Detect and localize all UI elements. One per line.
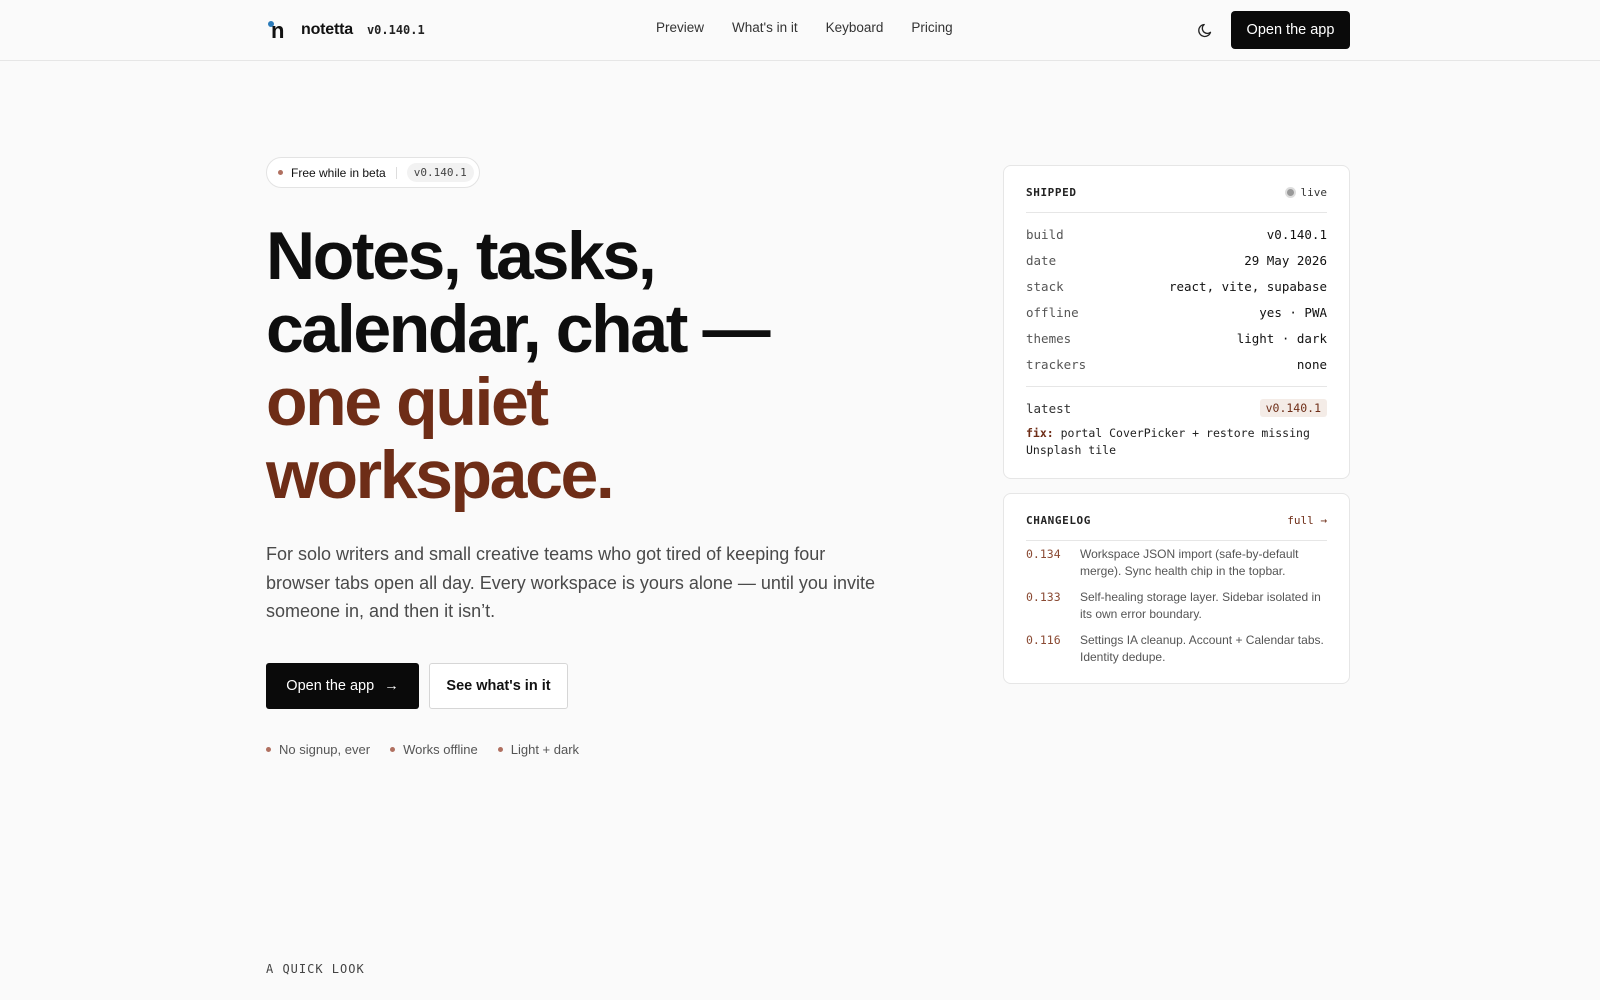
perk-item: Light + dark bbox=[497, 742, 580, 757]
see-whats-in-it-button[interactable]: See what's in it bbox=[429, 663, 568, 709]
latest-fix-note: fix: portal CoverPicker + restore missin… bbox=[1026, 425, 1333, 459]
info-value: v0.140.1 bbox=[1266, 227, 1327, 242]
logo-letter: n bbox=[271, 18, 285, 43]
info-key: stack bbox=[1026, 279, 1064, 294]
info-row: stack react, vite, supabase bbox=[1026, 279, 1327, 294]
info-row: trackers none bbox=[1026, 357, 1327, 372]
live-status-label: live bbox=[1300, 186, 1328, 199]
changelog-text: Workspace JSON import (safe-by-default m… bbox=[1080, 547, 1299, 578]
perk-item: Works offline bbox=[390, 742, 478, 757]
brand[interactable]: n notetta v0.140.1 bbox=[266, 16, 425, 44]
live-dot-icon bbox=[1284, 187, 1296, 198]
nav-whats-in-it[interactable]: What's in it bbox=[732, 20, 798, 35]
info-row: build v0.140.1 bbox=[1026, 227, 1327, 242]
perk-label: Works offline bbox=[403, 742, 478, 757]
changelog-entry: 0.133 Self-healing storage layer. Sideba… bbox=[1026, 589, 1333, 623]
info-value: 29 May 2026 bbox=[1244, 253, 1327, 268]
open-app-button[interactable]: Open the app → bbox=[266, 663, 419, 709]
info-row: themes light · dark bbox=[1026, 331, 1327, 346]
fix-text: portal CoverPicker + restore missing Uns… bbox=[1026, 426, 1310, 457]
headline-line-2: calendar, chat — bbox=[266, 291, 770, 367]
beta-pill-version: v0.140.1 bbox=[406, 163, 474, 182]
quick-look-label: A QUICK LOOK bbox=[266, 962, 365, 976]
top-nav-bar: n notetta v0.140.1 Preview What's in it … bbox=[0, 0, 1600, 61]
changelog-version: 0.134 bbox=[1026, 547, 1061, 561]
main-nav: Preview What's in it Keyboard Pricing bbox=[656, 20, 953, 35]
changelog-card-header: CHANGELOG full → bbox=[1026, 514, 1327, 527]
live-status: live bbox=[1284, 186, 1328, 199]
perk-item: No signup, ever bbox=[266, 742, 370, 757]
perk-label: No signup, ever bbox=[279, 742, 371, 757]
notetta-logo-icon: n bbox=[266, 17, 288, 43]
shipped-card-title: SHIPPED bbox=[1026, 186, 1077, 199]
arrow-right-icon: → bbox=[384, 678, 399, 694]
changelog-text: Settings IA cleanup. Account + Calendar … bbox=[1080, 633, 1324, 664]
info-key: date bbox=[1026, 253, 1057, 268]
shipped-card: SHIPPED live build v0.140.1 date 29 May … bbox=[1003, 165, 1350, 479]
shipped-card-header: SHIPPED live bbox=[1026, 186, 1327, 199]
hero-subheading: For solo writers and small creative team… bbox=[266, 544, 875, 621]
info-value: none bbox=[1296, 357, 1327, 372]
bullet-icon bbox=[266, 747, 271, 752]
bullet-icon bbox=[278, 170, 283, 175]
nav-pricing[interactable]: Pricing bbox=[911, 20, 952, 35]
open-app-button-header[interactable]: Open the app bbox=[1231, 11, 1350, 49]
divider bbox=[1026, 540, 1327, 541]
hero-headline: Notes, tasks, calendar, chat — one quiet… bbox=[266, 220, 886, 512]
quick-look-heading-cutoff bbox=[266, 988, 1166, 1000]
quick-look-heading bbox=[266, 988, 1166, 1000]
info-key: build bbox=[1026, 227, 1064, 242]
perk-label: Light + dark bbox=[510, 742, 580, 757]
divider bbox=[1026, 386, 1327, 387]
latest-row: latest v0.140.1 bbox=[1026, 399, 1327, 417]
brand-version: v0.140.1 bbox=[366, 23, 425, 37]
divider bbox=[1026, 212, 1327, 213]
changelog-version: 0.116 bbox=[1026, 633, 1061, 647]
changelog-entry: 0.116 Settings IA cleanup. Account + Cal… bbox=[1026, 632, 1333, 666]
beta-pill: Free while in beta v0.140.1 bbox=[266, 157, 480, 188]
bullet-icon bbox=[390, 747, 396, 752]
perks-list: No signup, ever Works offline Light + da… bbox=[266, 742, 579, 757]
info-value: yes · PWA bbox=[1259, 305, 1327, 320]
beta-pill-label: Free while in beta bbox=[291, 165, 386, 180]
open-app-button-label: Open the app bbox=[286, 678, 375, 694]
nav-preview[interactable]: Preview bbox=[656, 20, 704, 35]
info-value: react, vite, supabase bbox=[1168, 279, 1327, 294]
changelog-text: Self-healing storage layer. Sidebar isol… bbox=[1080, 590, 1321, 621]
headline-accent-2: workspace. bbox=[266, 437, 615, 513]
latest-version-badge: v0.140.1 bbox=[1259, 399, 1327, 417]
brand-name: notetta bbox=[301, 21, 353, 38]
pill-divider bbox=[395, 166, 397, 179]
bullet-icon bbox=[497, 747, 503, 752]
info-row: date 29 May 2026 bbox=[1026, 253, 1327, 268]
nav-keyboard[interactable]: Keyboard bbox=[826, 20, 884, 35]
theme-toggle-button[interactable] bbox=[1196, 20, 1216, 40]
latest-label: latest bbox=[1026, 400, 1072, 416]
info-value: light · dark bbox=[1236, 331, 1327, 346]
headline-accent-1: one quiet bbox=[266, 364, 549, 440]
moon-icon bbox=[1198, 23, 1212, 38]
info-key: offline bbox=[1026, 305, 1079, 320]
changelog-version: 0.133 bbox=[1026, 590, 1061, 604]
changelog-card-title: CHANGELOG bbox=[1026, 514, 1092, 527]
full-changelog-link[interactable]: full → bbox=[1287, 514, 1327, 527]
info-row: offline yes · PWA bbox=[1026, 305, 1327, 320]
info-key: themes bbox=[1026, 331, 1072, 346]
changelog-card: CHANGELOG full → 0.134 Workspace JSON im… bbox=[1003, 493, 1350, 684]
headline-line-1: Notes, tasks, bbox=[266, 218, 657, 294]
changelog-entry: 0.134 Workspace JSON import (safe-by-def… bbox=[1026, 546, 1333, 580]
fix-prefix: fix: bbox=[1026, 426, 1054, 440]
info-key: trackers bbox=[1026, 357, 1087, 372]
